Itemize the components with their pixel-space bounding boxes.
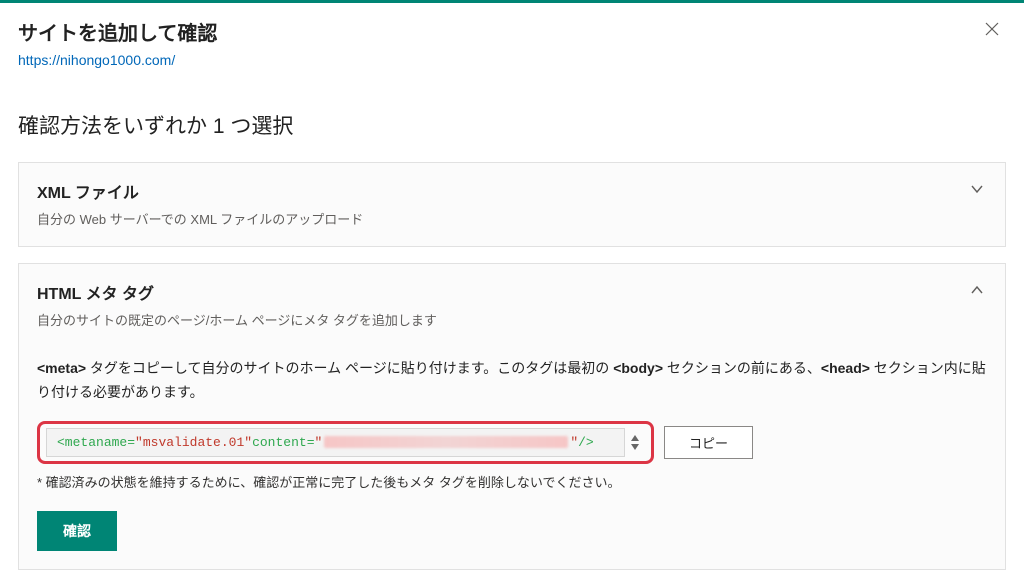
code-eq1: = [127,435,135,450]
panel-xml-heading: XML ファイル 自分の Web サーバーでの XML ファイルのアップロード [37,179,363,228]
code-content-quote-open: " [315,435,323,450]
panel-meta-body: <meta> タグをコピーして自分のサイトのホーム ページに貼り付けます。このタ… [37,357,987,551]
close-button[interactable] [978,17,1006,45]
panel-meta-header[interactable]: HTML メタ タグ 自分のサイトの既定のページ/ホーム ページにメタ タグを追… [37,280,987,329]
panel-meta-subtitle: 自分のサイトの既定のページ/ホーム ページにメタ タグを追加します [37,310,437,329]
section-title: 確認方法をいずれか 1 つ選択 [18,110,1006,140]
panel-xml-title: XML ファイル [37,179,363,203]
close-icon [984,21,1000,42]
site-url-link[interactable]: https://nihongo1000.com/ [18,52,175,68]
code-name-attr: name [96,435,127,450]
code-content-redacted [324,436,568,448]
meta-code-highlight: <meta name="msvalidate.01" content="" /> [37,421,654,464]
panel-html-meta-tag: HTML メタ タグ 自分のサイトの既定のページ/ホーム ページにメタ タグを追… [18,263,1006,570]
code-spinner [629,433,641,451]
code-tag-open: <meta [57,435,96,450]
copy-button[interactable]: コピー [664,426,753,459]
chevron-down-icon [967,179,987,199]
dialog-content: 確認方法をいずれか 1 つ選択 XML ファイル 自分の Web サーバーでの … [0,80,1024,570]
desc-text-1: タグをコピーして自分のサイトのホーム ページに貼り付けます。このタグは最初の [86,360,613,376]
panel-xml-file: XML ファイル 自分の Web サーバーでの XML ファイルのアップロード [18,162,1006,247]
code-content-quote-close: " [570,435,578,450]
meta-footnote: * 確認済みの状態を維持するために、確認が正常に完了した後もメタ タグを削除しな… [37,472,987,491]
desc-meta-tag: <meta> [37,360,86,376]
panel-xml-subtitle: 自分の Web サーバーでの XML ファイルのアップロード [37,209,363,228]
panel-meta-heading: HTML メタ タグ 自分のサイトの既定のページ/ホーム ページにメタ タグを追… [37,280,437,329]
panel-meta-title: HTML メタ タグ [37,280,437,304]
panel-xml-header[interactable]: XML ファイル 自分の Web サーバーでの XML ファイルのアップロード [37,179,987,228]
meta-code-box[interactable]: <meta name="msvalidate.01" content="" /> [46,428,625,457]
desc-body-tag: <body> [613,360,663,376]
code-content-attr: content [252,435,307,450]
code-tag-close: /> [578,435,594,450]
dialog-header: サイトを追加して確認 https://nihongo1000.com/ [0,3,1024,80]
confirm-button[interactable]: 確認 [37,511,117,551]
panel-meta-description: <meta> タグをコピーして自分のサイトのホーム ページに貼り付けます。このタ… [37,357,987,405]
header-left: サイトを追加して確認 https://nihongo1000.com/ [18,17,978,70]
code-name-val: "msvalidate.01" [135,435,252,450]
desc-text-2: セクションの前にある、 [663,360,821,376]
spinner-down-button[interactable] [629,442,641,451]
meta-code-row: <meta name="msvalidate.01" content="" />… [37,421,987,464]
spinner-up-button[interactable] [629,433,641,442]
dialog-title: サイトを追加して確認 [18,17,978,46]
chevron-up-icon [967,280,987,300]
desc-head-tag: <head> [821,360,870,376]
code-eq2: = [307,435,315,450]
